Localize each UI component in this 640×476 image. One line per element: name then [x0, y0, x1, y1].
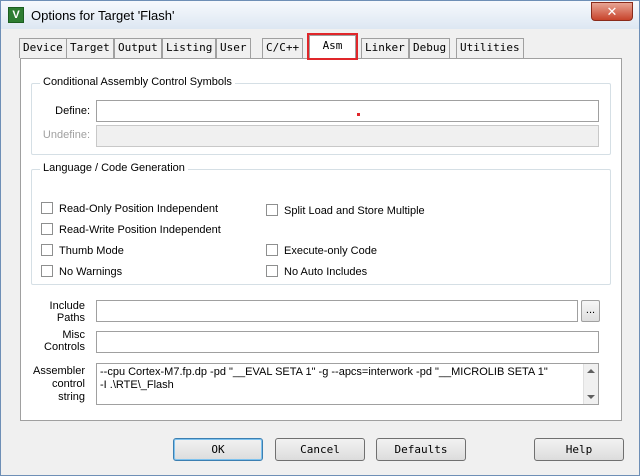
- scroll-up-icon[interactable]: [587, 369, 595, 373]
- include-paths-browse-button[interactable]: ...: [581, 300, 600, 322]
- conditional-assembly-title: Conditional Assembly Control Symbols: [40, 76, 235, 88]
- asm-tab-panel: Conditional Assembly Control Symbols Def…: [20, 58, 622, 421]
- include-paths-label: Include Paths: [49, 300, 85, 324]
- checkbox-box: [41, 265, 53, 277]
- scroll-down-icon[interactable]: [587, 395, 595, 399]
- tab-target[interactable]: Target: [66, 38, 114, 58]
- tab-linker[interactable]: Linker: [361, 38, 409, 58]
- read-only-pi-checkbox[interactable]: Read-Only Position Independent: [41, 202, 218, 215]
- ok-button[interactable]: OK: [173, 438, 263, 461]
- checkbox-box: [266, 204, 278, 216]
- tab-asm[interactable]: Asm: [307, 33, 358, 60]
- checkbox-box: [266, 265, 278, 277]
- define-label: Define:: [55, 105, 90, 117]
- options-dialog: V Options for Target 'Flash' ✕ Device Ta…: [0, 0, 640, 476]
- defaults-button[interactable]: Defaults: [376, 438, 466, 461]
- close-button[interactable]: ✕: [591, 2, 633, 21]
- cancel-button[interactable]: Cancel: [275, 438, 365, 461]
- tab-debug[interactable]: Debug: [409, 38, 451, 58]
- tab-utilities[interactable]: Utilities: [456, 38, 524, 58]
- language-code-title: Language / Code Generation: [40, 162, 188, 174]
- define-input[interactable]: [96, 100, 599, 122]
- no-auto-includes-checkbox[interactable]: No Auto Includes: [266, 265, 367, 278]
- asm-string-scrollbar[interactable]: [583, 364, 598, 404]
- tab-device[interactable]: Device: [19, 38, 67, 58]
- undefine-input[interactable]: [96, 125, 599, 147]
- checkbox-box: [41, 244, 53, 256]
- asm-string-line-2: -I .\RTE\_Flash: [100, 379, 174, 391]
- no-warnings-checkbox[interactable]: No Warnings: [41, 265, 122, 278]
- window-title: Options for Target 'Flash': [31, 8, 175, 23]
- thumb-mode-checkbox[interactable]: Thumb Mode: [41, 244, 124, 257]
- checkbox-box: [41, 223, 53, 235]
- help-button[interactable]: Help: [534, 438, 624, 461]
- read-write-pi-checkbox[interactable]: Read-Write Position Independent: [41, 223, 221, 236]
- undefine-label: Undefine:: [42, 129, 90, 141]
- misc-controls-label: Misc Controls: [44, 329, 85, 353]
- misc-controls-input[interactable]: [96, 331, 599, 353]
- tab-c-cpp[interactable]: C/C++: [262, 38, 304, 58]
- close-icon: ✕: [606, 4, 618, 19]
- tab-user[interactable]: User: [216, 38, 251, 58]
- split-load-store-checkbox[interactable]: Split Load and Store Multiple: [266, 204, 425, 217]
- execute-only-checkbox[interactable]: Execute-only Code: [266, 244, 377, 257]
- asm-string-line-1: --cpu Cortex-M7.fp.dp -pd "__EVAL SETA 1…: [100, 366, 548, 378]
- checkbox-box: [41, 202, 53, 214]
- keil-app-icon: V: [8, 7, 24, 23]
- assembler-control-string[interactable]: --cpu Cortex-M7.fp.dp -pd "__EVAL SETA 1…: [96, 363, 599, 405]
- checkbox-box: [266, 244, 278, 256]
- tab-output[interactable]: Output: [114, 38, 162, 58]
- include-paths-input[interactable]: [96, 300, 578, 322]
- assembler-control-label: Assembler control string: [33, 365, 85, 403]
- cursor-marker: [357, 113, 360, 116]
- tab-listing[interactable]: Listing: [162, 38, 217, 58]
- title-bar[interactable]: V Options for Target 'Flash' ✕: [1, 1, 639, 29]
